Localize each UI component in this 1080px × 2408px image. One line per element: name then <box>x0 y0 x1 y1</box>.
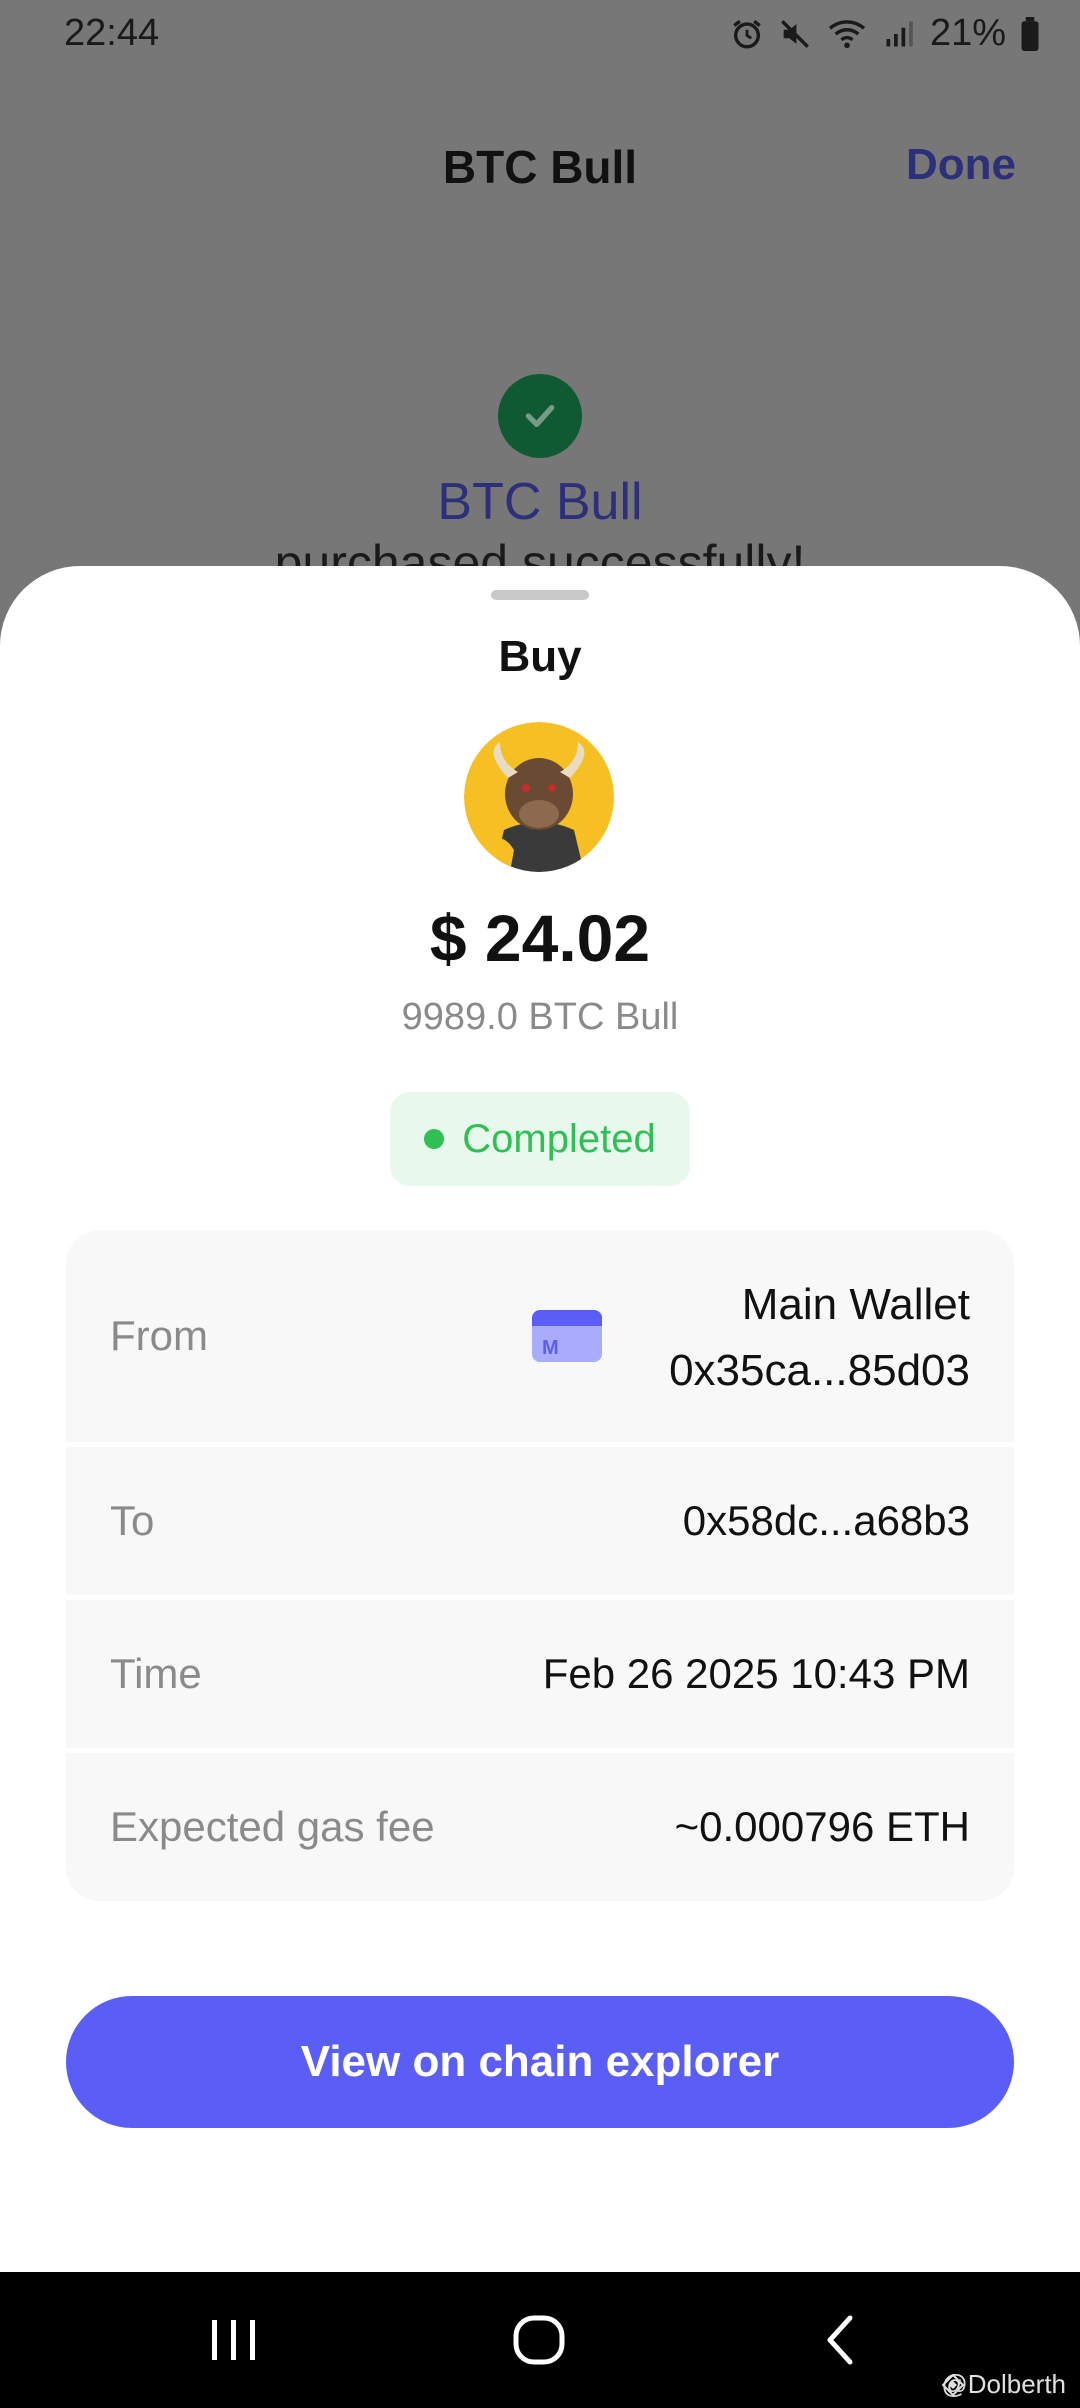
done-button[interactable]: Done <box>906 140 1016 190</box>
battery-percent: 21% <box>929 12 1006 54</box>
home-icon[interactable] <box>510 2312 570 2368</box>
status-time: 22:44 <box>64 12 160 54</box>
sheet-drag-handle[interactable] <box>491 590 589 600</box>
to-row: To 0x58dc...a68b3 <box>66 1447 1014 1600</box>
token-amount: 9989.0 BTC Bull <box>401 996 679 1038</box>
status-text: Completed <box>462 1116 656 1161</box>
status-badge: Completed <box>390 1092 690 1186</box>
watermark: @Dolberth <box>941 2369 1066 2400</box>
battery-icon <box>1021 16 1039 51</box>
recent-apps-icon[interactable] <box>206 2316 262 2364</box>
status-bar: 22:44 21% <box>0 0 1080 70</box>
navigation-bar: @Dolberth <box>0 2272 1080 2408</box>
back-icon[interactable] <box>818 2312 862 2368</box>
from-row: From M Main Wallet 0x35ca...85d03 <box>66 1230 1014 1447</box>
transaction-sheet: Buy $ 24.02 9989.0 BTC Bull Completed Fr… <box>0 566 1080 2272</box>
token-avatar <box>464 722 614 872</box>
transaction-details: From M Main Wallet 0x35ca...85d03 To 0x5… <box>66 1230 1014 1901</box>
svg-text:M: M <box>542 1337 559 1359</box>
gas-fee-value: ~0.000796 ETH <box>674 1803 970 1850</box>
view-on-chain-explorer-button[interactable]: View on chain explorer <box>66 1996 1014 2128</box>
time-row: Time Feb 26 2025 10:43 PM <box>66 1600 1014 1753</box>
time-value: Feb 26 2025 10:43 PM <box>542 1650 970 1697</box>
alarm-icon <box>733 19 761 48</box>
status-icons: 21% <box>730 12 1040 55</box>
from-label: From <box>110 1312 208 1359</box>
wallet-name: Main Wallet <box>741 1280 970 1329</box>
time-label: Time <box>110 1650 202 1697</box>
from-wallet: Main Wallet 0x35ca...85d03 <box>669 1272 970 1404</box>
purchased-token-name: BTC Bull <box>437 473 643 531</box>
to-label: To <box>110 1497 155 1544</box>
success-check-icon <box>498 374 582 458</box>
binance-logo-icon <box>941 2373 965 2396</box>
signal-icon <box>886 21 913 46</box>
gas-fee-row: Expected gas fee ~0.000796 ETH <box>66 1753 1014 1901</box>
to-address[interactable]: 0x58dc...a68b3 <box>683 1497 970 1545</box>
fiat-amount: $ 24.02 <box>429 901 651 975</box>
from-address[interactable]: 0x35ca...85d03 <box>669 1338 970 1404</box>
gas-fee-label: Expected gas fee <box>110 1803 435 1850</box>
mute-icon <box>780 19 809 48</box>
wallet-icon: M <box>532 1310 602 1362</box>
sheet-title: Buy <box>498 632 582 681</box>
wifi-icon <box>828 19 866 48</box>
status-dot-icon <box>424 1129 445 1149</box>
